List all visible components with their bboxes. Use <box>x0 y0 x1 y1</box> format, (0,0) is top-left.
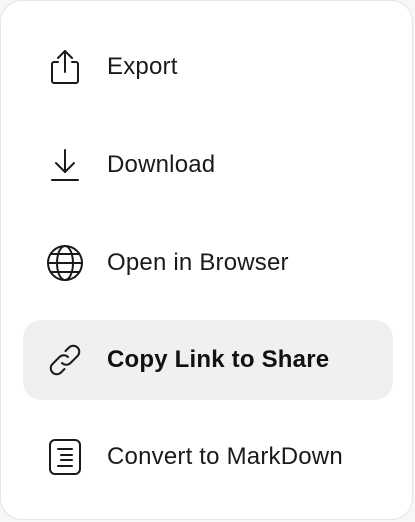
menu-item-label: Open in Browser <box>107 249 289 276</box>
menu-item-label: Export <box>107 53 178 80</box>
globe-icon <box>45 243 85 283</box>
menu-item-convert-to-markdown[interactable]: Convert to MarkDown <box>23 417 393 497</box>
menu-item-label: Copy Link to Share <box>107 346 330 373</box>
download-icon <box>45 145 85 185</box>
menu-item-copy-link[interactable]: Copy Link to Share <box>23 320 393 400</box>
link-icon <box>45 340 85 380</box>
menu-item-export[interactable]: Export <box>23 27 393 107</box>
context-menu: Export Download Open in Browser Copy Lin… <box>0 0 413 520</box>
menu-item-open-in-browser[interactable]: Open in Browser <box>23 223 393 303</box>
menu-item-label: Download <box>107 151 216 178</box>
share-export-icon <box>45 47 85 87</box>
document-icon <box>45 437 85 477</box>
menu-item-download[interactable]: Download <box>23 125 393 205</box>
menu-item-label: Convert to MarkDown <box>107 443 343 470</box>
